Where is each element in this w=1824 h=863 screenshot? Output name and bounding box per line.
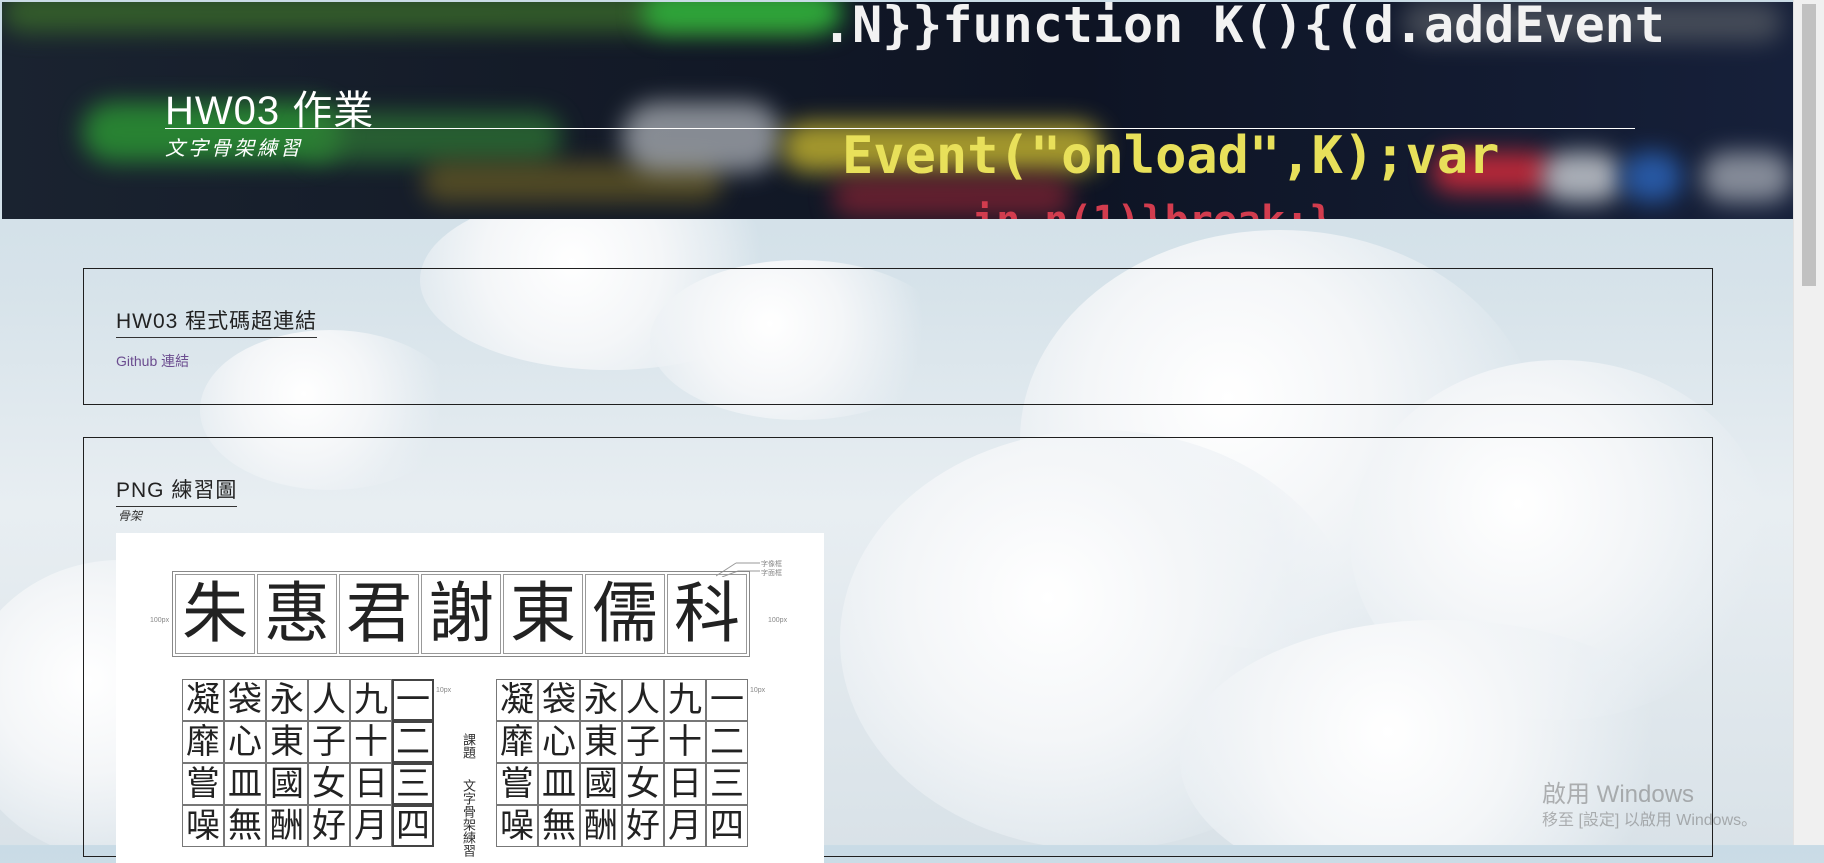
label-left-100px: 100px (150, 617, 170, 624)
grid-char: 酬 (266, 805, 308, 847)
header-divider (165, 128, 1635, 129)
grid-char: 十 (350, 721, 392, 763)
grid-char: 心 (224, 721, 266, 763)
practice-sheet-image: 字像框 字面框 100px 100px 朱 惠 君 謝 東 儒 科 凝 袋 永 … (116, 533, 824, 863)
windows-activation-watermark-text: 移至 [設定] 以啟用 Windows。 (1542, 812, 1758, 829)
png-practice-heading: PNG 練習圖 (116, 474, 238, 507)
grid-char: 十 (664, 721, 706, 763)
grid-char: 好 (308, 805, 350, 847)
png-practice-subtitle: 骨架 (118, 509, 143, 523)
grid-char: 嘗 (496, 763, 538, 805)
grid-char: 四 (706, 805, 748, 847)
github-link[interactable]: Github 連結 (116, 351, 189, 371)
grid-char: 日 (350, 763, 392, 805)
grid-char: 好 (622, 805, 664, 847)
big-char: 儒 (585, 574, 665, 654)
grid-char: 一 (392, 679, 434, 721)
banner-code-line2: Event("onload",K);var (842, 126, 1500, 186)
grid-char: 噪 (496, 805, 538, 847)
vertical-label-2: 文字骨架練習 (460, 779, 475, 857)
page-scrollbar[interactable] (1793, 0, 1824, 845)
big-char: 謝 (421, 574, 501, 654)
grid-char: 凝 (182, 679, 224, 721)
big-char: 東 (503, 574, 583, 654)
label-10px-right: 10px (750, 687, 766, 694)
grid-char: 三 (706, 763, 748, 805)
grid-char: 人 (622, 679, 664, 721)
practice-grid-right: 凝 袋 永 人 九 一 靡 心 東 子 十 二 嘗 皿 國 女 日 三 噪 無 … (496, 679, 748, 847)
grid-char: 靡 (182, 721, 224, 763)
banner-code-line1: .N}}function K(){(d.addEvent (822, 2, 1665, 54)
grid-char: 子 (308, 721, 350, 763)
grid-char: 東 (266, 721, 308, 763)
grid-char: 國 (266, 763, 308, 805)
practice-grid-left: 凝 袋 永 人 九 一 靡 心 東 子 十 二 嘗 皿 國 女 日 三 噪 無 … (182, 679, 434, 847)
grid-char: 永 (266, 679, 308, 721)
big-char: 朱 (175, 574, 255, 654)
code-link-card: HW03 程式碼超連結 Github 連結 (83, 268, 1713, 405)
banner-code-line3: in n(1)}break;} (972, 198, 1333, 219)
grid-char: 永 (580, 679, 622, 721)
grid-char: 酬 (580, 805, 622, 847)
grid-char: 九 (664, 679, 706, 721)
big-char: 君 (339, 574, 419, 654)
scrollbar-thumb[interactable] (1802, 4, 1816, 286)
label-10px-left: 10px (436, 687, 452, 694)
grid-char: 皿 (224, 763, 266, 805)
vertical-label-1: 課題 (460, 733, 475, 759)
png-practice-card: PNG 練習圖 骨架 字像框 字面框 100px 100px 朱 惠 君 謝 東… (83, 437, 1713, 863)
grid-char: 女 (622, 763, 664, 805)
big-char: 科 (667, 574, 747, 654)
grid-char: 皿 (538, 763, 580, 805)
grid-char: 凝 (496, 679, 538, 721)
grid-char: 月 (664, 805, 706, 847)
grid-char: 無 (538, 805, 580, 847)
grid-char: 三 (392, 763, 434, 805)
grid-char: 日 (664, 763, 706, 805)
grid-char: 人 (308, 679, 350, 721)
code-link-heading: HW03 程式碼超連結 (116, 305, 318, 338)
grid-char: 二 (706, 721, 748, 763)
grid-char: 噪 (182, 805, 224, 847)
grid-char: 嘗 (182, 763, 224, 805)
label-right-100px: 100px (768, 617, 788, 624)
header-banner: .N}}function K(){(d.addEvent Event("onlo… (2, 2, 1794, 219)
grid-char: 靡 (496, 721, 538, 763)
grid-char: 二 (392, 721, 434, 763)
grid-char: 月 (350, 805, 392, 847)
grid-char: 袋 (538, 679, 580, 721)
grid-char: 四 (392, 805, 434, 847)
grid-char: 東 (580, 721, 622, 763)
grid-char: 女 (308, 763, 350, 805)
big-character-row: 朱 惠 君 謝 東 儒 科 (172, 571, 750, 657)
grid-char: 國 (580, 763, 622, 805)
grid-char: 無 (224, 805, 266, 847)
grid-char: 九 (350, 679, 392, 721)
grid-char: 一 (706, 679, 748, 721)
grid-char: 子 (622, 721, 664, 763)
page-subtitle: 文字骨架練習 (165, 138, 303, 160)
windows-activation-watermark-title: 啟用 Windows (1542, 781, 1695, 808)
grid-char: 心 (538, 721, 580, 763)
grid-char: 袋 (224, 679, 266, 721)
big-char: 惠 (257, 574, 337, 654)
